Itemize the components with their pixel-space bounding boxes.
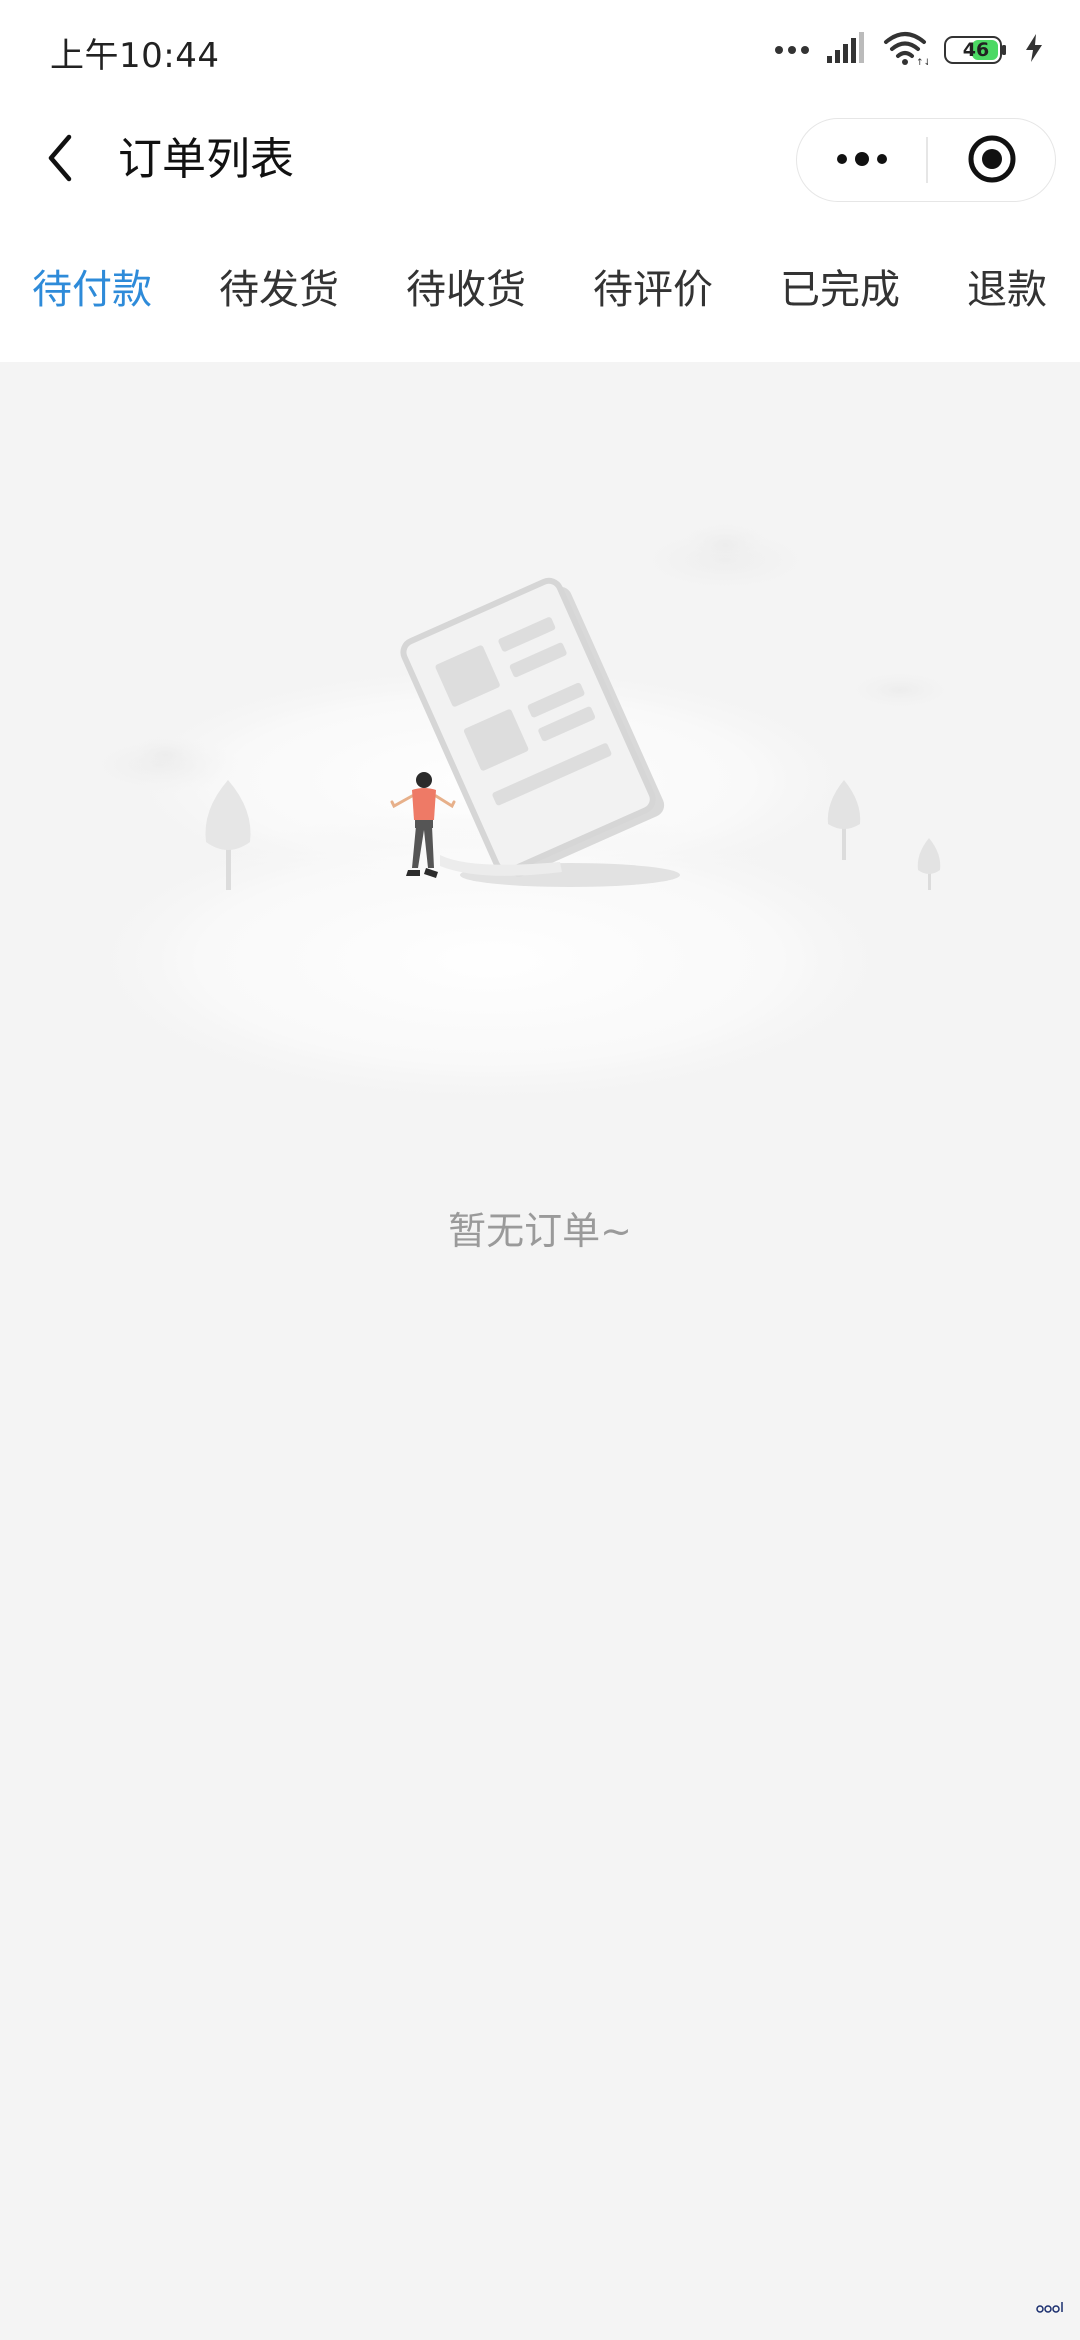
back-button[interactable] xyxy=(28,122,92,198)
header-area: 上午10:44 ↑↓ 46 订单列表 待付款 待发货 待收货 待评价 已完成 退… xyxy=(0,0,1080,362)
wifi-icon: ↑↓ xyxy=(882,30,931,70)
chevron-left-icon xyxy=(43,133,77,187)
tab-refund[interactable]: 退款 xyxy=(967,262,1047,318)
page-title: 订单列表 xyxy=(118,134,294,185)
capsule-more-button[interactable] xyxy=(797,119,927,203)
mini-program-capsule xyxy=(796,118,1056,202)
tab-pending-shipment[interactable]: 待发货 xyxy=(219,262,339,318)
watermark-logo xyxy=(1036,2300,1066,2318)
navigation-bar: 订单列表 xyxy=(0,100,1080,222)
status-time: 上午10:44 xyxy=(50,36,220,76)
more-dots-icon xyxy=(774,41,810,60)
charging-bolt-icon xyxy=(1024,33,1044,67)
tab-pending-receipt[interactable]: 待收货 xyxy=(406,262,526,318)
battery-indicator: 46 xyxy=(944,36,1008,64)
status-icons: ↑↓ 46 xyxy=(774,28,1044,72)
order-status-tabs: 待付款 待发货 待收货 待评价 已完成 退款 xyxy=(0,252,1080,342)
tab-pending-payment[interactable]: 待付款 xyxy=(32,262,152,318)
tree-small xyxy=(917,838,941,890)
more-icon xyxy=(834,151,890,171)
target-close-icon xyxy=(966,133,1018,189)
tab-pending-review[interactable]: 待评价 xyxy=(593,262,713,318)
status-bar: 上午10:44 ↑↓ 46 xyxy=(0,0,1080,100)
svg-text:↑↓: ↑↓ xyxy=(916,58,928,66)
capsule-close-button[interactable] xyxy=(927,119,1057,203)
empty-orders-illustration xyxy=(70,490,990,1170)
signal-icon xyxy=(826,32,866,68)
tab-completed[interactable]: 已完成 xyxy=(780,262,900,318)
battery-level: 46 xyxy=(962,39,990,61)
empty-state-message: 暂无订单~ xyxy=(448,1209,632,1253)
